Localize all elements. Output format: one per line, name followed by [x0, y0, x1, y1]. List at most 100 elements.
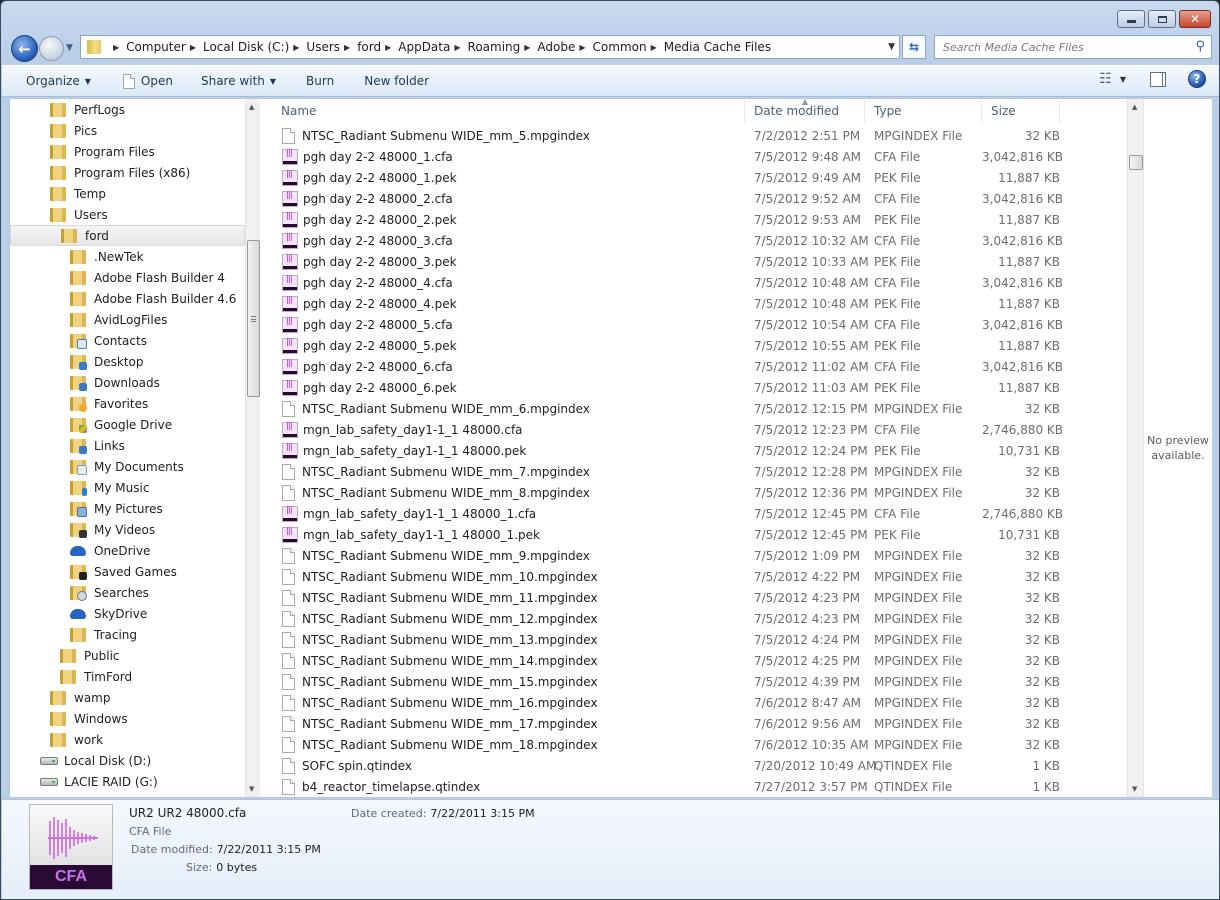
- file-row[interactable]: b4_reactor_timelapse.qtindex 7/27/2012 3:…: [272, 776, 1128, 797]
- close-button[interactable]: ✕: [1179, 10, 1211, 28]
- file-row[interactable]: pgh day 2-2 48000_3.pek 7/5/2012 10:33 AM…: [272, 251, 1128, 272]
- file-row[interactable]: NTSC_Radiant Submenu WIDE_mm_12.mpgindex…: [272, 608, 1128, 629]
- back-button[interactable]: ←: [11, 35, 38, 62]
- nav-item-work[interactable]: work: [50, 729, 103, 750]
- scrollbar-thumb[interactable]: [247, 240, 260, 397]
- file-list-scrollbar[interactable]: ▲ ▼: [1127, 99, 1144, 797]
- search-box[interactable]: ⚲: [934, 35, 1212, 59]
- scroll-up-icon[interactable]: ▲: [1132, 103, 1137, 111]
- nav-item-contacts[interactable]: Contacts: [70, 330, 147, 351]
- search-icon[interactable]: ⚲: [1195, 39, 1205, 54]
- breadcrumb-separator-icon[interactable]: ▶: [454, 43, 460, 52]
- file-row[interactable]: NTSC_Radiant Submenu WIDE_mm_8.mpgindex 7…: [272, 482, 1128, 503]
- file-row[interactable]: NTSC_Radiant Submenu WIDE_mm_11.mpgindex…: [272, 587, 1128, 608]
- file-row[interactable]: pgh day 2-2 48000_1.cfa 7/5/2012 9:48 AM C…: [272, 146, 1128, 167]
- file-row[interactable]: mgn_lab_safety_day1-1_1 48000.cfa 7/5/201…: [272, 419, 1128, 440]
- nav-item-perflogs[interactable]: PerfLogs: [50, 99, 125, 120]
- recent-pages-button[interactable]: ▼: [66, 43, 73, 53]
- nav-item-downloads[interactable]: Downloads: [70, 372, 160, 393]
- nav-item-wamp[interactable]: wamp: [50, 687, 110, 708]
- nav-item-newtek[interactable]: .NewTek: [70, 246, 144, 267]
- breadcrumb-item[interactable]: ▶ Local Disk (C:): [186, 40, 289, 54]
- breadcrumb-separator-icon[interactable]: ▶: [385, 43, 391, 52]
- nav-item-timford[interactable]: TimFord: [60, 666, 132, 687]
- file-row[interactable]: NTSC_Radiant Submenu WIDE_mm_6.mpgindex 7…: [272, 398, 1128, 419]
- file-row[interactable]: NTSC_Radiant Submenu WIDE_mm_9.mpgindex 7…: [272, 545, 1128, 566]
- file-row[interactable]: mgn_lab_safety_day1-1_1 48000.pek 7/5/201…: [272, 440, 1128, 461]
- forward-button[interactable]: [39, 36, 64, 61]
- file-row[interactable]: pgh day 2-2 48000_2.cfa 7/5/2012 9:52 AM C…: [272, 188, 1128, 209]
- nav-item-my-pictures[interactable]: My Pictures: [70, 498, 163, 519]
- open-button[interactable]: Open: [103, 69, 185, 93]
- share-with-button[interactable]: Share with ▼: [185, 69, 288, 93]
- nav-item-local-disk-d[interactable]: Local Disk (D:): [40, 750, 151, 771]
- file-row[interactable]: NTSC_Radiant Submenu WIDE_mm_7.mpgindex 7…: [272, 461, 1128, 482]
- breadcrumb-item[interactable]: ▶ Users: [289, 40, 340, 54]
- breadcrumb-separator-icon[interactable]: ▶: [113, 43, 119, 52]
- nav-item-adobe-flash-builder-4[interactable]: Adobe Flash Builder 4: [70, 267, 225, 288]
- file-row[interactable]: pgh day 2-2 48000_5.pek 7/5/2012 10:55 AM…: [272, 335, 1128, 356]
- nav-item-desktop[interactable]: Desktop: [70, 351, 144, 372]
- scroll-down-icon[interactable]: ▼: [249, 785, 254, 793]
- breadcrumb-item[interactable]: ▶ ford: [340, 40, 381, 54]
- nav-item-ford[interactable]: ford: [10, 225, 245, 246]
- nav-item-lacie-raid-g[interactable]: LACIE RAID (G:): [40, 771, 158, 792]
- breadcrumb-item[interactable]: ▶ Roaming: [450, 40, 520, 54]
- file-row[interactable]: pgh day 2-2 48000_6.pek 7/5/2012 11:03 AM…: [272, 377, 1128, 398]
- file-row[interactable]: pgh day 2-2 48000_4.pek 7/5/2012 10:48 AM…: [272, 293, 1128, 314]
- search-input[interactable]: [943, 40, 1183, 54]
- organize-button[interactable]: Organize ▼: [2, 69, 103, 93]
- column-header-name[interactable]: Name: [272, 99, 745, 123]
- nav-item-public[interactable]: Public: [60, 645, 120, 666]
- address-bar[interactable]: ▶ Computer ▶ Local Disk (C:) ▶ Users ▶ ford ▶ App…: [80, 35, 900, 59]
- new-folder-button[interactable]: New folder: [346, 69, 441, 93]
- scroll-up-icon[interactable]: ▲: [249, 103, 254, 111]
- breadcrumb-item[interactable]: ▶ Media Cache Files: [647, 40, 771, 54]
- nav-item-links[interactable]: Links: [70, 435, 125, 456]
- column-header-size[interactable]: Size: [982, 99, 1060, 123]
- nav-item-windows[interactable]: Windows: [50, 708, 128, 729]
- breadcrumb-separator-icon[interactable]: ▶: [524, 43, 530, 52]
- breadcrumb-separator-icon[interactable]: ▶: [190, 43, 196, 52]
- file-row[interactable]: NTSC_Radiant Submenu WIDE_mm_15.mpgindex…: [272, 671, 1128, 692]
- file-row[interactable]: NTSC_Radiant Submenu WIDE_mm_17.mpgindex…: [272, 713, 1128, 734]
- maximize-button[interactable]: [1148, 10, 1176, 28]
- breadcrumb-item[interactable]: ▶ AppData: [381, 40, 450, 54]
- nav-item-tracing[interactable]: Tracing: [70, 624, 137, 645]
- breadcrumb-item[interactable]: ▶ Common: [575, 40, 646, 54]
- refresh-button[interactable]: ⇆: [902, 35, 926, 59]
- minimize-button[interactable]: [1117, 10, 1145, 28]
- file-row[interactable]: mgn_lab_safety_day1-1_1 48000_1.pek 7/5/2…: [272, 524, 1128, 545]
- nav-item-users[interactable]: Users: [50, 204, 108, 225]
- nav-item-saved-games[interactable]: Saved Games: [70, 561, 177, 582]
- file-row[interactable]: pgh day 2-2 48000_3.cfa 7/5/2012 10:32 AM…: [272, 230, 1128, 251]
- column-header-type[interactable]: Type: [865, 99, 982, 123]
- nav-item-program-files-x86[interactable]: Program Files (x86): [50, 162, 190, 183]
- nav-item-avidlogfiles[interactable]: AvidLogFiles: [70, 309, 167, 330]
- breadcrumb-item[interactable]: ▶ Adobe: [520, 40, 575, 54]
- file-row[interactable]: NTSC_Radiant Submenu WIDE_mm_10.mpgindex…: [272, 566, 1128, 587]
- views-dropdown-icon[interactable]: ▼: [1120, 75, 1126, 84]
- file-row[interactable]: pgh day 2-2 48000_5.cfa 7/5/2012 10:54 AM…: [272, 314, 1128, 335]
- nav-item-onedrive[interactable]: OneDrive: [70, 540, 150, 561]
- breadcrumb-separator-icon[interactable]: ▶: [344, 43, 350, 52]
- nav-item-my-videos[interactable]: My Videos: [70, 519, 155, 540]
- preview-pane-toggle-icon[interactable]: [1150, 71, 1166, 87]
- file-row[interactable]: NTSC_Radiant Submenu WIDE_mm_16.mpgindex…: [272, 692, 1128, 713]
- file-row[interactable]: pgh day 2-2 48000_6.cfa 7/5/2012 11:02 AM…: [272, 356, 1128, 377]
- nav-item-adobe-flash-builder-4-6[interactable]: Adobe Flash Builder 4.6: [70, 288, 236, 309]
- navigation-scrollbar[interactable]: ▲ ▼: [245, 99, 260, 797]
- nav-item-temp[interactable]: Temp: [50, 183, 106, 204]
- file-row[interactable]: pgh day 2-2 48000_4.cfa 7/5/2012 10:48 AM…: [272, 272, 1128, 293]
- nav-item-google-drive[interactable]: Google Drive: [70, 414, 172, 435]
- nav-item-my-music[interactable]: My Music: [70, 477, 149, 498]
- file-row[interactable]: pgh day 2-2 48000_2.pek 7/5/2012 9:53 AM P…: [272, 209, 1128, 230]
- nav-item-my-documents[interactable]: My Documents: [70, 456, 184, 477]
- breadcrumb-item[interactable]: ▶ Computer: [109, 40, 186, 54]
- nav-item-favorites[interactable]: Favorites: [70, 393, 148, 414]
- breadcrumb-separator-icon[interactable]: ▶: [579, 43, 585, 52]
- file-row[interactable]: NTSC_Radiant Submenu WIDE_mm_18.mpgindex…: [272, 734, 1128, 755]
- file-row[interactable]: pgh day 2-2 48000_1.pek 7/5/2012 9:49 AM P…: [272, 167, 1128, 188]
- file-row[interactable]: SOFC spin.qtindex 7/20/2012 10:49 AM QTIND…: [272, 755, 1128, 776]
- nav-item-skydrive[interactable]: SkyDrive: [70, 603, 147, 624]
